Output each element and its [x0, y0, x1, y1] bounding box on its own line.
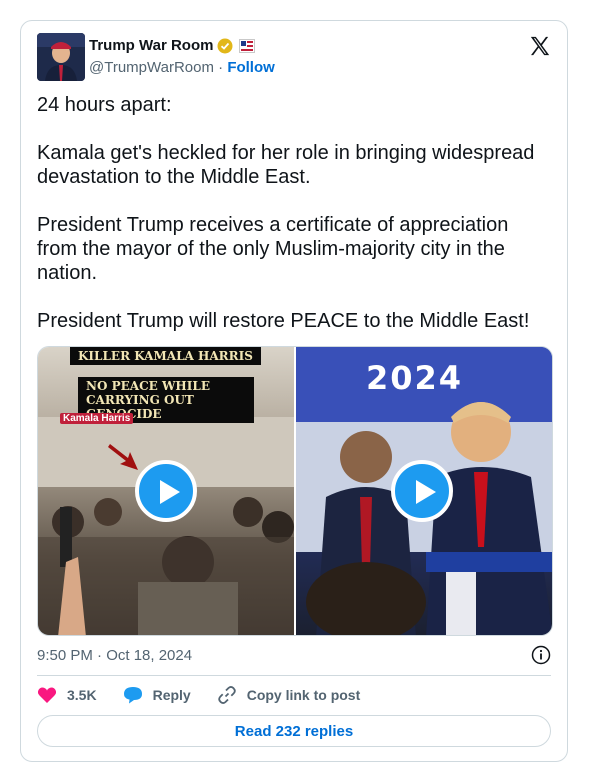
separator: · — [218, 59, 224, 76]
avatar[interactable] — [37, 33, 85, 81]
tweet-paragraph: President Trump receives a certificate o… — [37, 214, 509, 284]
author-handle[interactable]: @TrumpWarRoom — [89, 59, 214, 76]
event-banner-text: 2024 — [366, 359, 464, 397]
timestamp[interactable]: 9:50 PM · Oct 18, 2024 — [37, 647, 192, 664]
play-button[interactable] — [391, 460, 453, 522]
reply-label: Reply — [152, 687, 191, 703]
divider — [37, 675, 551, 676]
red-arrow-icon — [108, 442, 142, 472]
verified-badge-icon — [217, 38, 233, 54]
info-icon[interactable] — [531, 645, 551, 665]
tweet-paragraph: President Trump will restore PEACE to th… — [37, 310, 530, 332]
video-caption-top: KILLER KAMALA HARRIS — [70, 347, 261, 365]
tweet-text: 24 hours apart: Kamala get's heckled for… — [37, 93, 553, 357]
tweet-card: Trump War Room @TrumpWarRoom · Follow 24… — [20, 20, 568, 762]
like-button[interactable]: 3.5K — [37, 686, 97, 704]
follow-button[interactable]: Follow — [227, 59, 275, 76]
heart-icon — [37, 687, 57, 703]
copy-link-button[interactable]: Copy link to post — [217, 685, 361, 705]
play-icon — [160, 480, 180, 504]
author-name-row: Trump War Room — [89, 37, 256, 54]
author-name[interactable]: Trump War Room — [89, 37, 213, 54]
reply-button[interactable]: Reply — [123, 686, 191, 704]
tweet-paragraph: Kamala get's heckled for her role in bri… — [37, 142, 535, 188]
speaker-tag: Kamala Harris — [60, 413, 134, 424]
action-bar: 3.5K Reply Copy link to post — [37, 685, 360, 705]
media-grid: KILLER KAMALA HARRIS NO PEACE WHILE CARR… — [37, 346, 553, 636]
reply-bubble-icon — [123, 687, 142, 704]
video-left[interactable]: KILLER KAMALA HARRIS NO PEACE WHILE CARR… — [38, 347, 294, 635]
copy-link-label: Copy link to post — [246, 687, 361, 703]
link-icon — [217, 686, 236, 704]
affiliate-flag-icon — [239, 38, 256, 53]
like-count: 3.5K — [67, 687, 97, 703]
play-icon — [416, 480, 436, 504]
author-handle-row: @TrumpWarRoom · Follow — [89, 59, 275, 76]
x-logo-icon[interactable] — [529, 35, 551, 57]
video-right[interactable]: 2024 — [296, 347, 552, 635]
tweet-paragraph: 24 hours apart: — [37, 94, 172, 116]
read-replies-button[interactable]: Read 232 replies — [37, 715, 551, 747]
play-button[interactable] — [135, 460, 197, 522]
